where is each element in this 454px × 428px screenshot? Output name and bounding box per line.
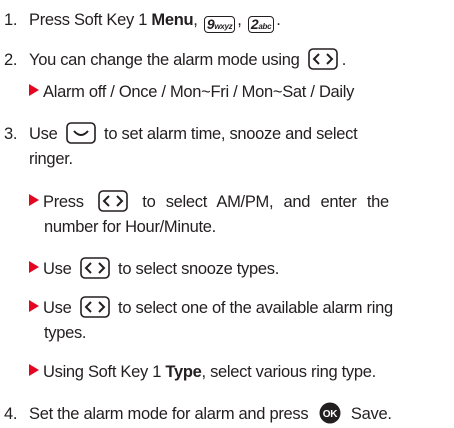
red-triangle-bullet-icon: [29, 300, 39, 312]
punctuation: .: [276, 11, 281, 29]
step-3-bullet-4: Using Soft Key 1 Type, select various ri…: [29, 362, 376, 382]
bullet-text: to select AM/PM, and enter the: [142, 193, 389, 211]
red-triangle-bullet-icon: [29, 261, 39, 273]
key-letters: wxyz: [214, 22, 233, 31]
punctuation: ,: [237, 11, 242, 29]
bullet-text: types.: [44, 324, 87, 342]
alarm-mode-options: Alarm off / Once / Mon~Fri / Mon~Sat / D…: [43, 83, 355, 101]
bullet-text: Use: [43, 260, 72, 278]
punctuation: .: [341, 51, 347, 69]
step-3-bullet-3: Use to select one of the available alarm…: [29, 296, 393, 318]
bullet-text: number for Hour/Minute.: [44, 218, 216, 236]
step-2-option-list: Alarm off / Once / Mon~Fri / Mon~Sat / D…: [29, 82, 354, 102]
step-text: Save.: [350, 405, 392, 423]
bullet-text: , select various ring type.: [201, 363, 377, 381]
key-letters: abc: [258, 22, 272, 31]
step-3: 3. Use to set alarm time, snooze and sele…: [4, 122, 358, 144]
left-right-nav-key-icon: [98, 190, 128, 212]
step-text: Set the alarm mode for alarm and press: [29, 405, 309, 423]
down-nav-key-icon: [65, 122, 96, 144]
bullet-text: Use: [43, 299, 72, 317]
step-text: to set alarm time, snooze and select: [104, 125, 358, 143]
step-4: 4. Set the alarm mode for alarm and press…: [4, 402, 392, 424]
bullet-text: Using Soft Key 1: [43, 363, 162, 381]
step-number: 1.: [4, 11, 18, 29]
step-text: You can change the alarm mode using: [29, 51, 300, 69]
type-softkey-label: Type: [165, 363, 202, 381]
menu-softkey-label: Menu: [151, 11, 194, 29]
step-1: 1. Press Soft Key 1 Menu, 9wxyz, 2abc.: [4, 10, 281, 33]
left-right-nav-key-icon: [79, 257, 110, 279]
step-number: 4.: [4, 405, 18, 423]
step-text: ringer.: [29, 150, 73, 168]
step-3-continuation: ringer.: [29, 149, 73, 169]
bullet-text: to select snooze types.: [118, 260, 279, 278]
step-2: 2. You can change the alarm mode using .: [4, 48, 346, 70]
punctuation: ,: [193, 11, 198, 29]
left-right-nav-key-icon: [79, 296, 110, 318]
step-text: Use: [29, 125, 58, 143]
bullet-text: to select one of the available alarm rin…: [118, 299, 393, 317]
left-right-nav-key-icon: [307, 48, 338, 70]
bullet-text: Press: [43, 193, 84, 211]
step-3-bullet-3-continuation: types.: [44, 323, 87, 343]
red-triangle-bullet-icon: [29, 364, 39, 376]
step-number: 2.: [4, 51, 18, 69]
step-number: 3.: [4, 125, 18, 143]
ok-key-label: OK: [322, 409, 337, 420]
red-triangle-bullet-icon: [29, 194, 39, 206]
red-triangle-bullet-icon: [29, 84, 39, 96]
step-text: Press Soft Key 1: [29, 11, 148, 29]
step-3-bullet-1-continuation: number for Hour/Minute.: [44, 217, 216, 237]
key-2-icon: 2abc: [247, 16, 275, 33]
ok-key-icon: OK: [319, 402, 341, 424]
step-3-bullet-2: Use to select snooze types.: [29, 257, 279, 279]
step-3-bullet-1: Press to select AM/PM, and enter the: [29, 190, 389, 212]
key-9-icon: 9wxyz: [203, 16, 236, 33]
